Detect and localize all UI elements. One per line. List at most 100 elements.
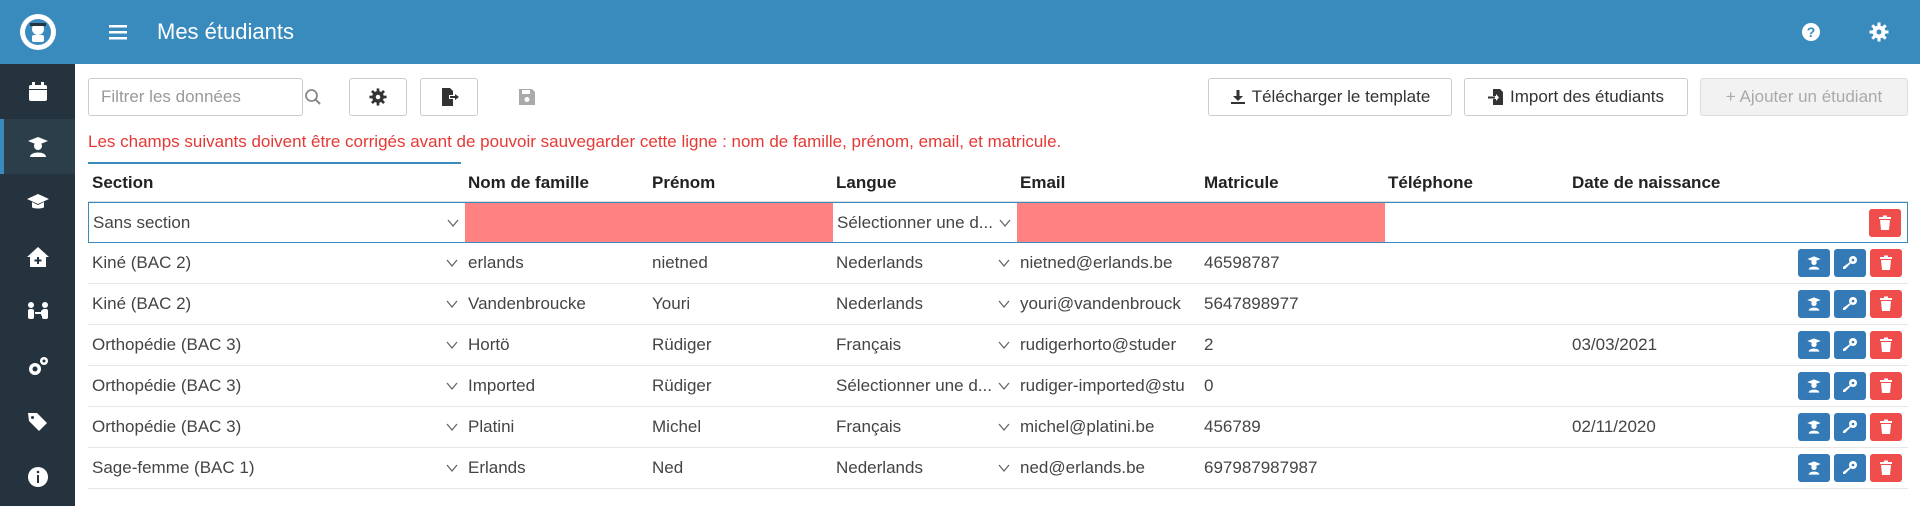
delete-row-button[interactable] (1870, 372, 1902, 400)
prenom-cell[interactable]: Youri (648, 284, 832, 324)
email-cell[interactable]: rudiger-imported@stu (1016, 366, 1200, 406)
section-select[interactable]: Orthopédie (BAC 3) (88, 325, 464, 365)
delete-row-button[interactable] (1870, 454, 1902, 482)
column-header-email[interactable]: Email (1016, 173, 1200, 193)
langue-select[interactable]: Français (832, 407, 1016, 447)
nom-cell[interactable]: Vandenbroucke (464, 284, 648, 324)
prenom-cell[interactable]: Michel (648, 407, 832, 447)
email-cell[interactable]: nietned@erlands.be (1016, 243, 1200, 283)
nom-cell[interactable]: erlands (464, 243, 648, 283)
delete-row-button[interactable] (1870, 413, 1902, 441)
logo-container[interactable] (0, 0, 75, 64)
reset-password-button[interactable] (1834, 372, 1866, 400)
section-select[interactable]: Orthopédie (BAC 3) (88, 407, 464, 447)
email-cell[interactable]: ned@erlands.be (1016, 448, 1200, 488)
langue-select[interactable]: Nederlands (832, 243, 1016, 283)
langue-select[interactable]: Sélectionner une d... (832, 366, 1016, 406)
langue-select[interactable]: Nederlands (832, 448, 1016, 488)
matricule-cell[interactable]: 456789 (1200, 407, 1384, 447)
view-student-button[interactable] (1798, 454, 1830, 482)
column-header-date[interactable]: Date de naissance (1568, 173, 1752, 193)
reset-password-button[interactable] (1834, 290, 1866, 318)
column-header-nom[interactable]: Nom de famille (464, 173, 648, 193)
column-header-prenom[interactable]: Prénom (648, 173, 832, 193)
reset-password-button[interactable] (1834, 413, 1866, 441)
telephone-input[interactable] (1385, 203, 1569, 242)
view-student-button[interactable] (1798, 249, 1830, 277)
add-student-button[interactable]: + Ajouter un étudiant (1700, 78, 1908, 116)
save-button[interactable] (498, 78, 556, 116)
date-cell[interactable] (1568, 366, 1752, 406)
telephone-cell[interactable] (1384, 366, 1568, 406)
date-input[interactable] (1569, 203, 1753, 242)
matricule-cell[interactable]: 697987987987 (1200, 448, 1384, 488)
date-cell[interactable]: 03/03/2021 (1568, 325, 1752, 365)
section-select[interactable]: Kiné (BAC 2) (88, 243, 464, 283)
langue-select[interactable]: Nederlands (832, 284, 1016, 324)
view-student-button[interactable] (1798, 413, 1830, 441)
email-cell[interactable]: youri@vandenbrouck (1016, 284, 1200, 324)
column-header-telephone[interactable]: Téléphone (1384, 173, 1568, 193)
telephone-cell[interactable] (1384, 325, 1568, 365)
filter-input[interactable] (88, 78, 303, 116)
email-input-invalid[interactable] (1017, 203, 1201, 242)
column-header-matricule[interactable]: Matricule (1200, 173, 1384, 193)
delete-row-button[interactable] (1870, 249, 1902, 277)
settings-button[interactable] (1868, 21, 1890, 43)
telephone-cell[interactable] (1384, 448, 1568, 488)
delete-row-button[interactable] (1870, 331, 1902, 359)
matricule-cell[interactable]: 5647898977 (1200, 284, 1384, 324)
section-select[interactable]: Kiné (BAC 2) (88, 284, 464, 324)
sidebar-item-students[interactable] (0, 119, 75, 174)
telephone-cell[interactable] (1384, 243, 1568, 283)
delete-row-button[interactable] (1870, 290, 1902, 318)
telephone-cell[interactable] (1384, 284, 1568, 324)
nom-cell[interactable]: Hortö (464, 325, 648, 365)
sidebar-item-graduation[interactable] (0, 174, 75, 229)
view-student-button[interactable] (1798, 290, 1830, 318)
reset-password-button[interactable] (1834, 331, 1866, 359)
section-select[interactable]: Sans section (89, 203, 465, 242)
prenom-cell[interactable]: Rüdiger (648, 325, 832, 365)
view-student-button[interactable] (1798, 331, 1830, 359)
date-cell[interactable] (1568, 448, 1752, 488)
nom-cell[interactable]: Erlands (464, 448, 648, 488)
sidebar-item-calendar[interactable] (0, 64, 75, 119)
date-cell[interactable] (1568, 243, 1752, 283)
matricule-cell[interactable]: 0 (1200, 366, 1384, 406)
sidebar-item-info[interactable] (0, 449, 75, 504)
prenom-cell[interactable]: Rüdiger (648, 366, 832, 406)
prenom-cell[interactable]: nietned (648, 243, 832, 283)
matricule-cell[interactable]: 2 (1200, 325, 1384, 365)
delete-row-button[interactable] (1869, 208, 1901, 237)
nom-cell[interactable]: Imported (464, 366, 648, 406)
menu-toggle-button[interactable] (103, 17, 133, 47)
telephone-cell[interactable] (1384, 407, 1568, 447)
column-settings-button[interactable] (349, 78, 407, 116)
prenom-input-invalid[interactable] (649, 203, 833, 242)
column-header-section[interactable]: Section (88, 173, 464, 193)
column-header-langue[interactable]: Langue (832, 173, 1016, 193)
export-button[interactable] (420, 78, 478, 116)
langue-select[interactable]: Sélectionner une d... (833, 203, 1017, 242)
section-select[interactable]: Orthopédie (BAC 3) (88, 366, 464, 406)
download-template-button[interactable]: Télécharger le template (1208, 78, 1452, 116)
reset-password-button[interactable] (1834, 454, 1866, 482)
date-cell[interactable] (1568, 284, 1752, 324)
sidebar-item-settings[interactable] (0, 339, 75, 394)
nom-cell[interactable]: Platini (464, 407, 648, 447)
langue-select[interactable]: Français (832, 325, 1016, 365)
matricule-cell[interactable]: 46598787 (1200, 243, 1384, 283)
date-cell[interactable]: 02/11/2020 (1568, 407, 1752, 447)
view-student-button[interactable] (1798, 372, 1830, 400)
section-select[interactable]: Sage-femme (BAC 1) (88, 448, 464, 488)
email-cell[interactable]: rudigerhorto@studer (1016, 325, 1200, 365)
import-students-button[interactable]: Import des étudiants (1464, 78, 1688, 116)
prenom-cell[interactable]: Ned (648, 448, 832, 488)
sidebar-item-home[interactable] (0, 229, 75, 284)
reset-password-button[interactable] (1834, 249, 1866, 277)
sidebar-item-exchange[interactable] (0, 284, 75, 339)
email-cell[interactable]: michel@platini.be (1016, 407, 1200, 447)
nom-input-invalid[interactable] (465, 203, 649, 242)
matricule-input-invalid[interactable] (1201, 203, 1385, 242)
